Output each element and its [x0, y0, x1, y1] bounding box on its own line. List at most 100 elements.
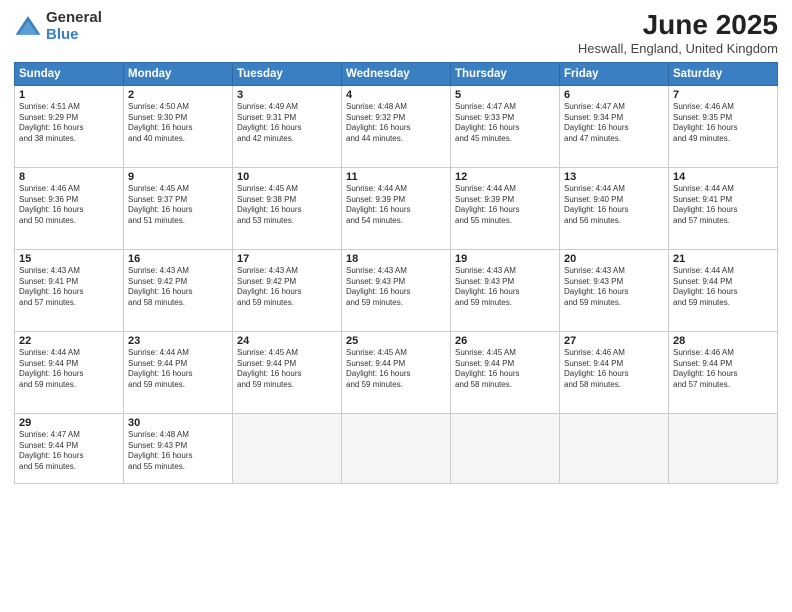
calendar-cell: 22Sunrise: 4:44 AM Sunset: 9:44 PM Dayli…: [15, 331, 124, 413]
day-number: 22: [19, 335, 119, 347]
day-number: 13: [564, 171, 664, 183]
day-info: Sunrise: 4:43 AM Sunset: 9:42 PM Dayligh…: [237, 266, 337, 309]
day-number: 19: [455, 253, 555, 265]
logo-general: General: [46, 10, 102, 27]
calendar-cell: 21Sunrise: 4:44 AM Sunset: 9:44 PM Dayli…: [669, 249, 778, 331]
day-info: Sunrise: 4:45 AM Sunset: 9:44 PM Dayligh…: [237, 348, 337, 391]
day-number: 21: [673, 253, 773, 265]
logo: General Blue: [14, 10, 102, 43]
day-number: 29: [19, 417, 119, 429]
calendar-cell: 25Sunrise: 4:45 AM Sunset: 9:44 PM Dayli…: [342, 331, 451, 413]
header-thursday: Thursday: [451, 62, 560, 85]
day-number: 9: [128, 171, 228, 183]
calendar-cell: 9Sunrise: 4:45 AM Sunset: 9:37 PM Daylig…: [124, 167, 233, 249]
calendar-cell: 2Sunrise: 4:50 AM Sunset: 9:30 PM Daylig…: [124, 85, 233, 167]
day-number: 28: [673, 335, 773, 347]
calendar-cell: 3Sunrise: 4:49 AM Sunset: 9:31 PM Daylig…: [233, 85, 342, 167]
calendar-week-1: 8Sunrise: 4:46 AM Sunset: 9:36 PM Daylig…: [15, 167, 778, 249]
calendar-header: Sunday Monday Tuesday Wednesday Thursday…: [15, 62, 778, 85]
day-number: 17: [237, 253, 337, 265]
header-monday: Monday: [124, 62, 233, 85]
header-saturday: Saturday: [669, 62, 778, 85]
day-info: Sunrise: 4:44 AM Sunset: 9:41 PM Dayligh…: [673, 184, 773, 227]
day-info: Sunrise: 4:44 AM Sunset: 9:44 PM Dayligh…: [128, 348, 228, 391]
day-info: Sunrise: 4:51 AM Sunset: 9:29 PM Dayligh…: [19, 102, 119, 145]
header-sunday: Sunday: [15, 62, 124, 85]
day-number: 16: [128, 253, 228, 265]
calendar-cell: 14Sunrise: 4:44 AM Sunset: 9:41 PM Dayli…: [669, 167, 778, 249]
calendar-cell: 10Sunrise: 4:45 AM Sunset: 9:38 PM Dayli…: [233, 167, 342, 249]
header: General Blue June 2025 Heswall, England,…: [14, 10, 778, 56]
day-info: Sunrise: 4:44 AM Sunset: 9:39 PM Dayligh…: [455, 184, 555, 227]
calendar-cell: 28Sunrise: 4:46 AM Sunset: 9:44 PM Dayli…: [669, 331, 778, 413]
day-info: Sunrise: 4:43 AM Sunset: 9:42 PM Dayligh…: [128, 266, 228, 309]
location: Heswall, England, United Kingdom: [578, 41, 778, 56]
day-info: Sunrise: 4:43 AM Sunset: 9:43 PM Dayligh…: [564, 266, 664, 309]
title-block: June 2025 Heswall, England, United Kingd…: [578, 10, 778, 56]
day-number: 2: [128, 89, 228, 101]
day-info: Sunrise: 4:47 AM Sunset: 9:44 PM Dayligh…: [19, 430, 119, 473]
calendar-table: Sunday Monday Tuesday Wednesday Thursday…: [14, 62, 778, 484]
calendar-cell: 8Sunrise: 4:46 AM Sunset: 9:36 PM Daylig…: [15, 167, 124, 249]
day-info: Sunrise: 4:49 AM Sunset: 9:31 PM Dayligh…: [237, 102, 337, 145]
logo-blue: Blue: [46, 27, 102, 44]
calendar-cell: 13Sunrise: 4:44 AM Sunset: 9:40 PM Dayli…: [560, 167, 669, 249]
day-info: Sunrise: 4:47 AM Sunset: 9:33 PM Dayligh…: [455, 102, 555, 145]
header-tuesday: Tuesday: [233, 62, 342, 85]
calendar-cell: 17Sunrise: 4:43 AM Sunset: 9:42 PM Dayli…: [233, 249, 342, 331]
day-info: Sunrise: 4:46 AM Sunset: 9:44 PM Dayligh…: [673, 348, 773, 391]
calendar-cell: [560, 413, 669, 483]
day-number: 25: [346, 335, 446, 347]
day-number: 14: [673, 171, 773, 183]
header-friday: Friday: [560, 62, 669, 85]
calendar-cell: 15Sunrise: 4:43 AM Sunset: 9:41 PM Dayli…: [15, 249, 124, 331]
calendar-cell: 27Sunrise: 4:46 AM Sunset: 9:44 PM Dayli…: [560, 331, 669, 413]
calendar-cell: 29Sunrise: 4:47 AM Sunset: 9:44 PM Dayli…: [15, 413, 124, 483]
day-number: 20: [564, 253, 664, 265]
calendar-cell: 1Sunrise: 4:51 AM Sunset: 9:29 PM Daylig…: [15, 85, 124, 167]
day-info: Sunrise: 4:50 AM Sunset: 9:30 PM Dayligh…: [128, 102, 228, 145]
day-info: Sunrise: 4:44 AM Sunset: 9:44 PM Dayligh…: [673, 266, 773, 309]
day-info: Sunrise: 4:44 AM Sunset: 9:40 PM Dayligh…: [564, 184, 664, 227]
calendar-cell: 12Sunrise: 4:44 AM Sunset: 9:39 PM Dayli…: [451, 167, 560, 249]
calendar-cell: 26Sunrise: 4:45 AM Sunset: 9:44 PM Dayli…: [451, 331, 560, 413]
header-row: Sunday Monday Tuesday Wednesday Thursday…: [15, 62, 778, 85]
calendar-cell: [233, 413, 342, 483]
calendar-cell: 5Sunrise: 4:47 AM Sunset: 9:33 PM Daylig…: [451, 85, 560, 167]
day-info: Sunrise: 4:48 AM Sunset: 9:32 PM Dayligh…: [346, 102, 446, 145]
day-number: 30: [128, 417, 228, 429]
calendar-cell: 11Sunrise: 4:44 AM Sunset: 9:39 PM Dayli…: [342, 167, 451, 249]
day-info: Sunrise: 4:46 AM Sunset: 9:44 PM Dayligh…: [564, 348, 664, 391]
day-number: 26: [455, 335, 555, 347]
calendar-cell: 6Sunrise: 4:47 AM Sunset: 9:34 PM Daylig…: [560, 85, 669, 167]
calendar-cell: 19Sunrise: 4:43 AM Sunset: 9:43 PM Dayli…: [451, 249, 560, 331]
day-number: 23: [128, 335, 228, 347]
day-info: Sunrise: 4:44 AM Sunset: 9:44 PM Dayligh…: [19, 348, 119, 391]
day-info: Sunrise: 4:43 AM Sunset: 9:41 PM Dayligh…: [19, 266, 119, 309]
day-number: 1: [19, 89, 119, 101]
calendar-cell: [342, 413, 451, 483]
calendar-cell: [669, 413, 778, 483]
calendar-week-0: 1Sunrise: 4:51 AM Sunset: 9:29 PM Daylig…: [15, 85, 778, 167]
calendar-cell: 23Sunrise: 4:44 AM Sunset: 9:44 PM Dayli…: [124, 331, 233, 413]
calendar-cell: 30Sunrise: 4:48 AM Sunset: 9:43 PM Dayli…: [124, 413, 233, 483]
day-number: 8: [19, 171, 119, 183]
month-title: June 2025: [578, 10, 778, 41]
logo-icon: [14, 13, 42, 41]
calendar-cell: 24Sunrise: 4:45 AM Sunset: 9:44 PM Dayli…: [233, 331, 342, 413]
day-number: 3: [237, 89, 337, 101]
day-number: 5: [455, 89, 555, 101]
day-info: Sunrise: 4:46 AM Sunset: 9:35 PM Dayligh…: [673, 102, 773, 145]
day-info: Sunrise: 4:48 AM Sunset: 9:43 PM Dayligh…: [128, 430, 228, 473]
logo-text: General Blue: [46, 10, 102, 43]
day-number: 27: [564, 335, 664, 347]
day-number: 11: [346, 171, 446, 183]
day-number: 24: [237, 335, 337, 347]
calendar-cell: 7Sunrise: 4:46 AM Sunset: 9:35 PM Daylig…: [669, 85, 778, 167]
day-info: Sunrise: 4:45 AM Sunset: 9:37 PM Dayligh…: [128, 184, 228, 227]
day-info: Sunrise: 4:45 AM Sunset: 9:44 PM Dayligh…: [455, 348, 555, 391]
day-info: Sunrise: 4:46 AM Sunset: 9:36 PM Dayligh…: [19, 184, 119, 227]
calendar-cell: [451, 413, 560, 483]
day-info: Sunrise: 4:43 AM Sunset: 9:43 PM Dayligh…: [346, 266, 446, 309]
day-info: Sunrise: 4:45 AM Sunset: 9:38 PM Dayligh…: [237, 184, 337, 227]
